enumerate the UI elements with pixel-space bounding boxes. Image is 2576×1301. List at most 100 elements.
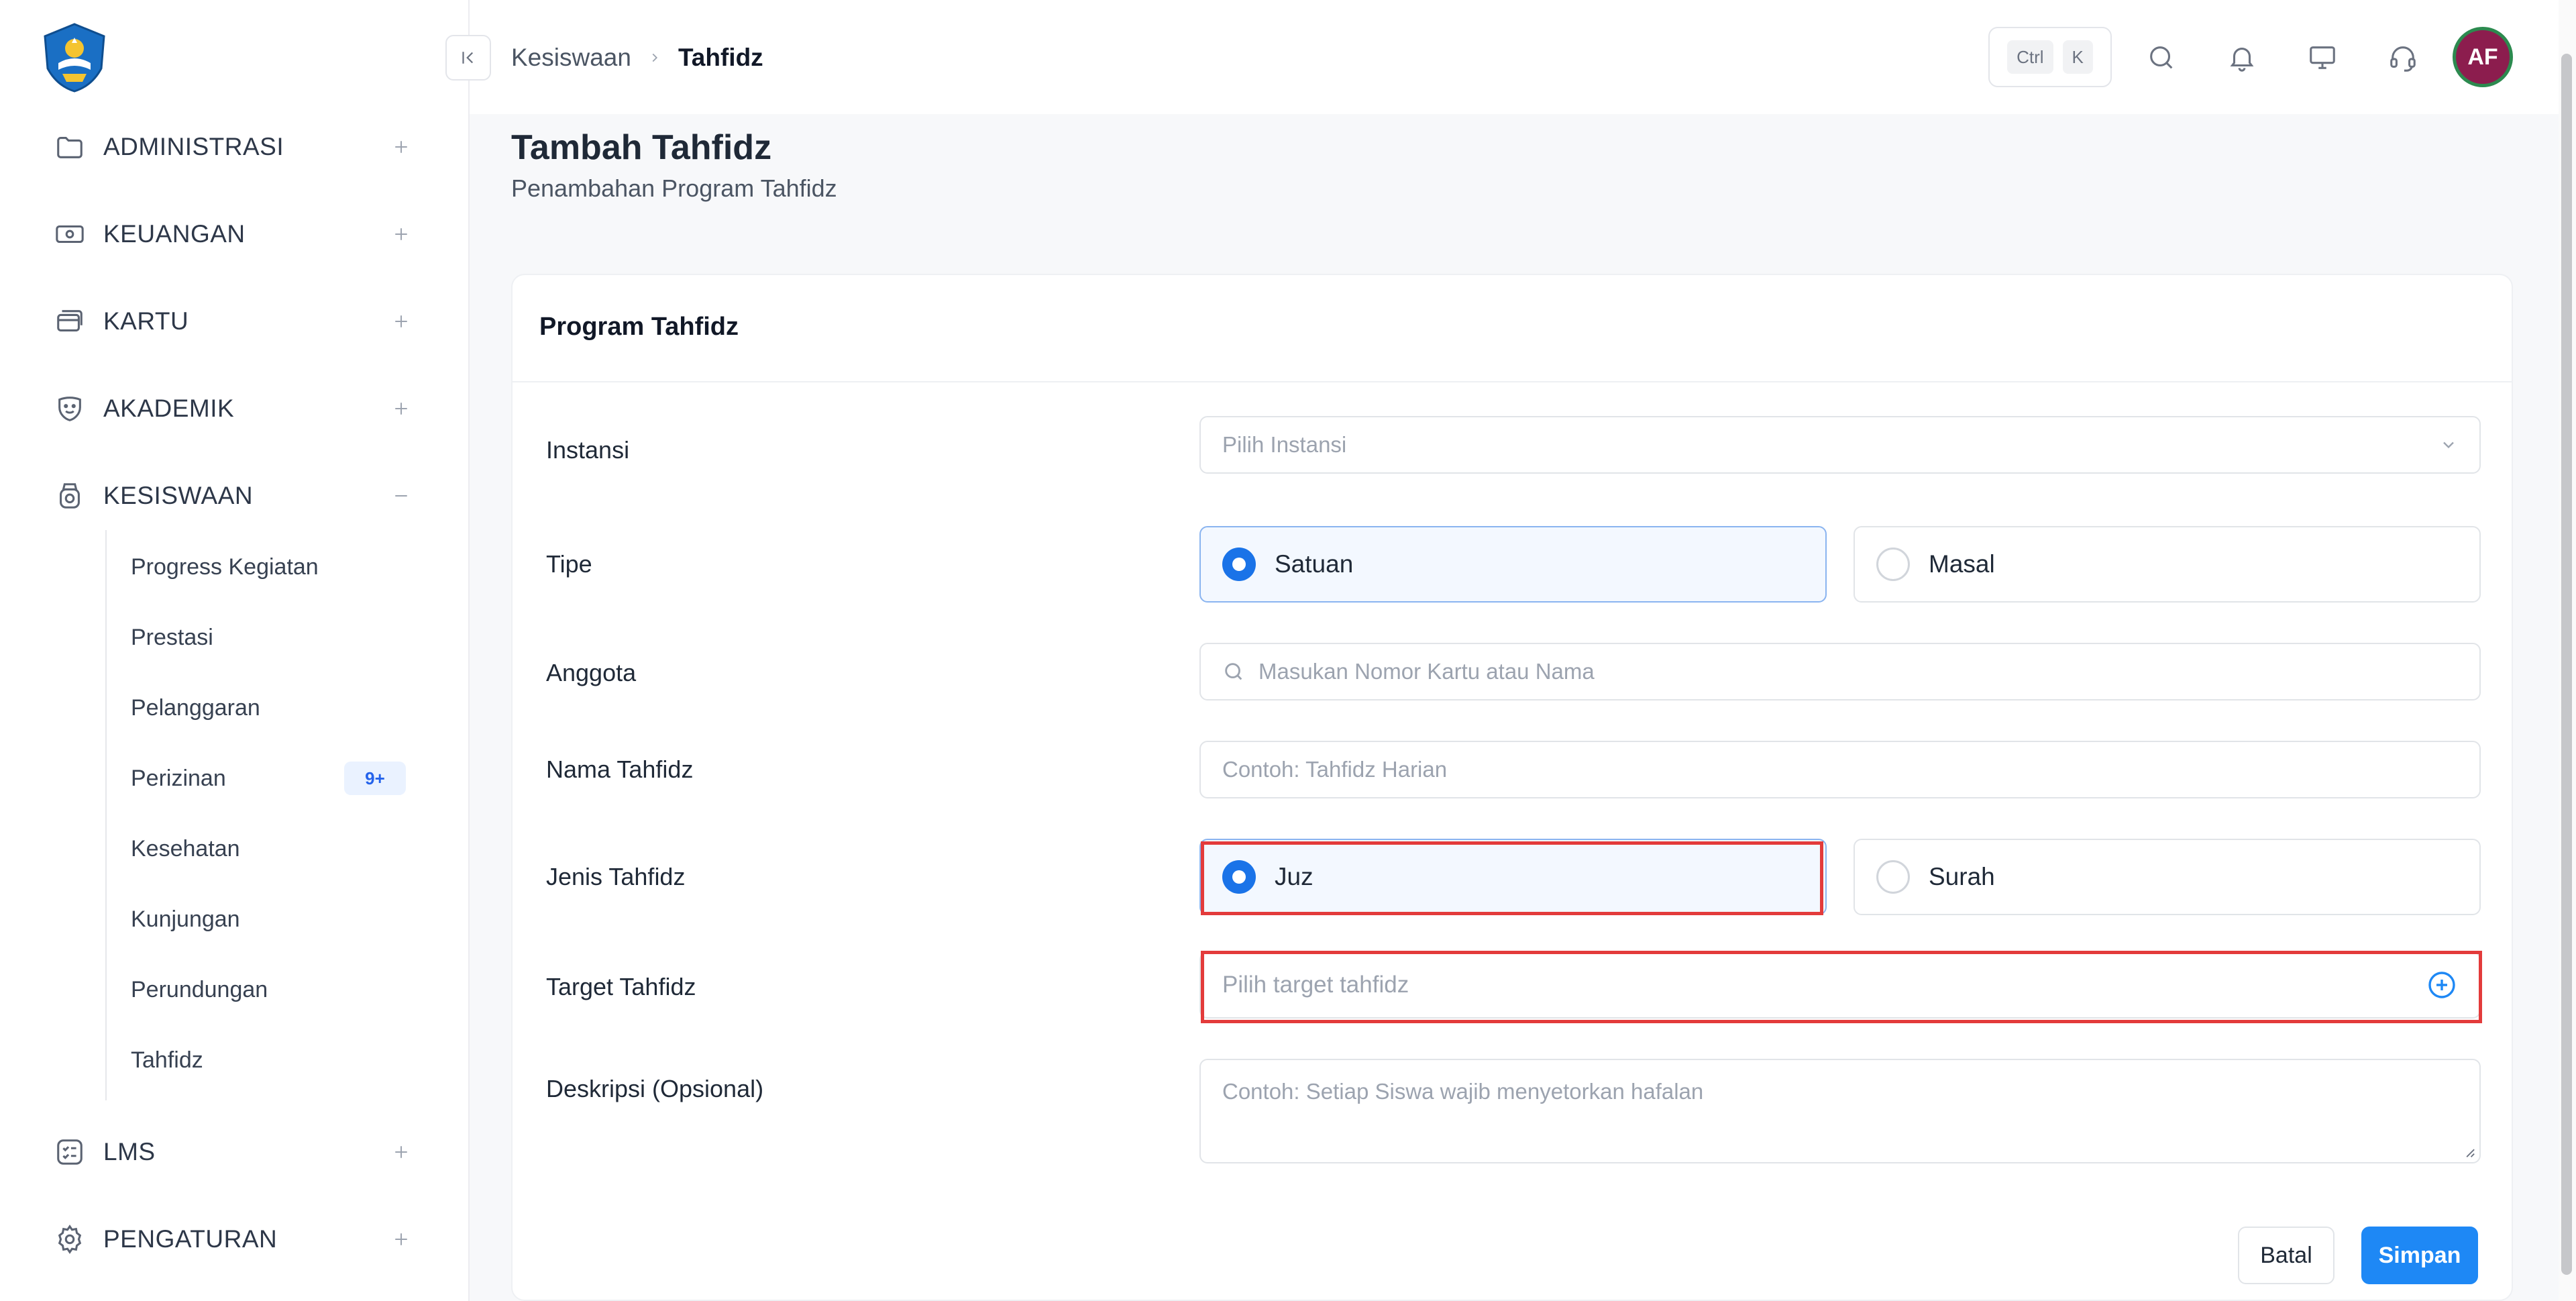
sub-item-label: Tahfidz bbox=[131, 1047, 203, 1073]
program-tahfidz-card: Program Tahfidz Instansi Pilih Instansi … bbox=[511, 274, 2513, 1301]
menu-label: KARTU bbox=[103, 307, 189, 335]
menu-lms[interactable]: LMS bbox=[52, 1125, 415, 1179]
menu-pengaturan[interactable]: PENGATURAN bbox=[52, 1212, 415, 1266]
jenis-option-juz[interactable]: Juz bbox=[1199, 839, 1827, 915]
radio-checked-icon bbox=[1222, 860, 1256, 894]
mask-icon bbox=[52, 391, 87, 426]
search-icon bbox=[1225, 663, 1242, 680]
radio-label: Juz bbox=[1275, 863, 1313, 890]
menu-administrasi[interactable]: ADMINISTRASI bbox=[52, 120, 415, 174]
add-circle-icon[interactable] bbox=[2426, 969, 2458, 1001]
tipe-option-satuan[interactable]: Satuan bbox=[1199, 526, 1827, 603]
sub-item-label: Pelanggaran bbox=[131, 694, 260, 721]
collapse-icon[interactable] bbox=[388, 482, 415, 509]
menu-label: LMS bbox=[103, 1138, 156, 1165]
expand-icon[interactable] bbox=[388, 134, 415, 160]
page-title: Tambah Tahfidz bbox=[511, 128, 772, 167]
chevron-right-icon bbox=[647, 50, 662, 65]
collapse-sidebar-button[interactable] bbox=[445, 35, 491, 81]
nama-tahfidz-input[interactable]: Contoh: Tahfidz Harian bbox=[1199, 741, 2481, 798]
sub-item-label: Perizinan bbox=[131, 765, 226, 791]
radio-unchecked-icon bbox=[1876, 860, 1910, 894]
chevron-down-icon bbox=[2443, 441, 2454, 449]
collapse-left-icon bbox=[462, 52, 474, 64]
sub-item-label: Kunjungan bbox=[131, 906, 240, 932]
sub-item-label: Perundungan bbox=[131, 976, 268, 1002]
target-tahfidz-label: Target Tahfidz bbox=[546, 973, 696, 1000]
menu-label: ADMINISTRASI bbox=[103, 133, 284, 160]
breadcrumb-parent[interactable]: Kesiswaan bbox=[511, 44, 631, 72]
expand-icon[interactable] bbox=[388, 221, 415, 248]
kbd-ctrl: Ctrl bbox=[2007, 40, 2053, 74]
student-icon bbox=[52, 478, 87, 513]
headset-support-icon[interactable] bbox=[2383, 38, 2423, 78]
anggota-search-input[interactable]: Masukan Nomor Kartu atau Nama bbox=[1199, 643, 2481, 700]
menu-akademik[interactable]: AKADEMIK bbox=[52, 382, 415, 435]
sidebar-item-tahfidz[interactable]: Tahfidz bbox=[131, 1037, 406, 1084]
deskripsi-label: Deskripsi (Opsional) bbox=[546, 1075, 764, 1102]
expand-icon[interactable] bbox=[388, 1139, 415, 1165]
notification-badge: 9+ bbox=[344, 762, 406, 795]
menu-label: AKADEMIK bbox=[103, 395, 235, 422]
search-icon[interactable] bbox=[2141, 38, 2182, 78]
menu-label: KEUANGAN bbox=[103, 220, 246, 248]
sidebar-item-perundungan[interactable]: Perundungan bbox=[131, 966, 406, 1013]
tipe-option-masal[interactable]: Masal bbox=[1854, 526, 2481, 603]
radio-label: Satuan bbox=[1275, 550, 1354, 578]
menu-kartu[interactable]: KARTU bbox=[52, 295, 415, 348]
command-palette-shortcut[interactable]: Ctrl K bbox=[1988, 27, 2112, 87]
cancel-button[interactable]: Batal bbox=[2238, 1227, 2334, 1284]
breadcrumb-current: Tahfidz bbox=[678, 44, 763, 71]
tipe-label: Tipe bbox=[546, 550, 592, 578]
menu-label: KESISWAAN bbox=[103, 482, 254, 509]
nama-tahfidz-label: Nama Tahfidz bbox=[546, 756, 694, 783]
sidebar: ADMINISTRASI KEUANGAN KARTU AKADEMIK KES… bbox=[0, 0, 470, 1301]
school-logo[interactable] bbox=[38, 21, 111, 94]
app-root: ADMINISTRASI KEUANGAN KARTU AKADEMIK KES… bbox=[0, 0, 2576, 1301]
deskripsi-textarea[interactable]: Contoh: Setiap Siswa wajib menyetorkan h… bbox=[1199, 1059, 2481, 1163]
menu-label: PENGATURAN bbox=[103, 1225, 278, 1253]
gear-icon bbox=[52, 1222, 87, 1257]
kbd-k: K bbox=[2062, 40, 2093, 74]
sub-item-label: Prestasi bbox=[131, 624, 213, 650]
card-header: Program Tahfidz bbox=[513, 275, 2512, 382]
scrollbar-thumb[interactable] bbox=[2561, 54, 2572, 1275]
anggota-placeholder: Masukan Nomor Kartu atau Nama bbox=[1258, 659, 1595, 684]
anggota-label: Anggota bbox=[546, 659, 637, 686]
sub-item-label: Kesehatan bbox=[131, 835, 240, 862]
sidebar-item-pelanggaran[interactable]: Pelanggaran bbox=[131, 684, 406, 731]
nama-tahfidz-placeholder: Contoh: Tahfidz Harian bbox=[1222, 757, 1448, 782]
submenu-divider bbox=[105, 530, 107, 1100]
checklist-icon bbox=[52, 1135, 87, 1169]
radio-unchecked-icon bbox=[1876, 548, 1910, 581]
sidebar-item-prestasi[interactable]: Prestasi bbox=[131, 614, 406, 661]
target-tahfidz-picker[interactable]: Pilih target tahfidz bbox=[1199, 951, 2481, 1019]
menu-keuangan[interactable]: KEUANGAN bbox=[52, 207, 415, 261]
sidebar-item-perizinan[interactable]: Perizinan 9+ bbox=[131, 755, 406, 802]
user-avatar[interactable]: AF bbox=[2453, 27, 2513, 87]
resize-handle-icon[interactable] bbox=[2461, 1143, 2475, 1158]
sidebar-item-kunjungan[interactable]: Kunjungan bbox=[131, 896, 406, 943]
expand-icon[interactable] bbox=[388, 1226, 415, 1253]
bell-icon[interactable] bbox=[2222, 38, 2262, 78]
monitor-icon[interactable] bbox=[2302, 38, 2343, 78]
expand-icon[interactable] bbox=[388, 308, 415, 335]
instansi-label: Instansi bbox=[546, 436, 630, 464]
card-icon bbox=[52, 304, 87, 339]
save-button[interactable]: Simpan bbox=[2361, 1227, 2478, 1284]
radio-checked-icon bbox=[1222, 548, 1256, 581]
jenis-option-surah[interactable]: Surah bbox=[1854, 839, 2481, 915]
target-tahfidz-placeholder: Pilih target tahfidz bbox=[1222, 972, 1409, 998]
jenis-tahfidz-label: Jenis Tahfidz bbox=[546, 863, 686, 890]
sub-item-label: Progress Kegiatan bbox=[131, 554, 319, 580]
instansi-select[interactable]: Pilih Instansi bbox=[1199, 416, 2481, 474]
breadcrumb: Kesiswaan Tahfidz bbox=[511, 40, 763, 75]
folder-icon bbox=[52, 129, 87, 164]
sidebar-item-kesehatan[interactable]: Kesehatan bbox=[131, 825, 406, 872]
sidebar-item-progress-kegiatan[interactable]: Progress Kegiatan bbox=[131, 543, 406, 590]
instansi-placeholder: Pilih Instansi bbox=[1222, 432, 1347, 457]
deskripsi-placeholder: Contoh: Setiap Siswa wajib menyetorkan h… bbox=[1222, 1079, 1704, 1104]
radio-label: Surah bbox=[1929, 863, 1995, 890]
menu-kesiswaan[interactable]: KESISWAAN bbox=[52, 469, 415, 523]
expand-icon[interactable] bbox=[388, 395, 415, 422]
